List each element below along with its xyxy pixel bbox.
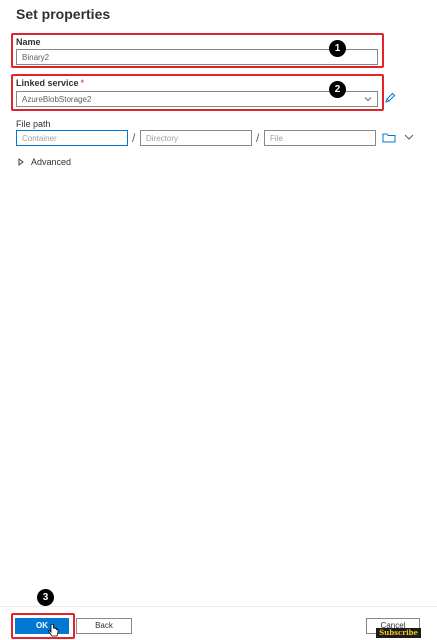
pencil-icon[interactable] <box>384 92 396 104</box>
panel-title: Set properties <box>16 6 111 22</box>
annotation-box-1 <box>11 33 384 68</box>
advanced-label: Advanced <box>31 157 72 167</box>
annotation-box-3 <box>11 613 75 639</box>
annotation-badge-3: 3 <box>37 589 54 606</box>
directory-input[interactable]: Directory <box>140 130 252 146</box>
back-button[interactable]: Back <box>76 618 132 634</box>
footer-divider <box>0 606 437 607</box>
file-path-label: File path <box>16 119 51 129</box>
directory-placeholder: Directory <box>146 134 179 143</box>
container-input[interactable]: Container <box>16 130 128 146</box>
annotation-badge-1: 1 <box>329 40 346 57</box>
path-separator: / <box>132 131 136 145</box>
file-input[interactable]: File <box>264 130 376 146</box>
triangle-right-icon <box>18 158 24 166</box>
folder-icon[interactable] <box>382 132 396 143</box>
annotation-box-2 <box>11 74 384 111</box>
advanced-toggle[interactable]: Advanced <box>18 157 71 167</box>
subscribe-watermark: Subscribe <box>376 628 421 638</box>
container-placeholder: Container <box>22 134 57 143</box>
path-separator: / <box>256 131 260 145</box>
file-placeholder: File <box>270 134 283 143</box>
chevron-down-icon[interactable] <box>403 132 415 142</box>
annotation-badge-2: 2 <box>329 81 346 98</box>
back-button-label: Back <box>95 621 113 630</box>
